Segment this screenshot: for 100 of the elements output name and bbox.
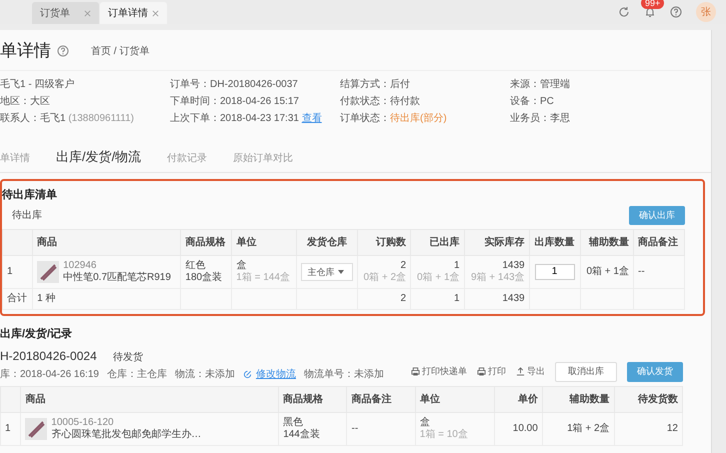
- upload-icon: [516, 367, 525, 376]
- info-field: 来源：管理端: [510, 79, 570, 90]
- print-button[interactable]: 打印: [477, 365, 506, 378]
- column-header: 辅助数量: [570, 394, 610, 404]
- total-label: 合计: [7, 293, 27, 304]
- browser-tab[interactable]: 订单详情: [100, 2, 167, 24]
- info-field: 上次下单：2018-04-23 17:31: [170, 113, 299, 124]
- auxiliary-quantity: 0箱 + 1盒: [586, 266, 629, 277]
- column-header: 出库数量: [534, 237, 575, 248]
- row-number: 1: [7, 266, 13, 277]
- remark: --: [638, 266, 645, 277]
- shipped-quantity: 1: [454, 260, 460, 271]
- column-header: 商品: [25, 394, 46, 404]
- section-tab[interactable]: 出库/发货/物流: [56, 146, 142, 166]
- info-field: 下单时间：2018-04-26 15:17: [170, 96, 299, 107]
- column-header: 待发货数: [638, 394, 678, 404]
- info-field: 订单号：DH-20180426-0037: [170, 79, 298, 90]
- phone-number: (13880961111): [68, 113, 134, 124]
- section-tab[interactable]: 付款记录: [167, 151, 208, 166]
- quantity-input[interactable]: 1: [534, 264, 575, 280]
- printer-icon: [411, 367, 420, 376]
- product-code: 102946: [63, 260, 98, 272]
- column-header: 商品规格: [185, 237, 226, 248]
- stock-quantity: 1439: [502, 260, 525, 271]
- refresh-icon[interactable]: [618, 6, 630, 18]
- shipment-meta: 物流：未添加: [174, 368, 235, 382]
- status-label: 待出库: [11, 208, 42, 223]
- unit: 盒: [236, 260, 246, 271]
- pending-quantity: 12: [666, 422, 678, 434]
- column-header: 商品备注: [638, 237, 678, 248]
- product-name: 中性笔0.7匹配笔芯R919: [63, 272, 171, 284]
- cancel-outbound-button[interactable]: 取消出库: [555, 362, 617, 382]
- total-shipped: 1: [454, 293, 460, 304]
- column-header: 商品备注: [351, 394, 392, 404]
- info-field: 地区：大区: [0, 96, 50, 107]
- spec-color: 黑色: [283, 416, 304, 428]
- shipped-breakdown: 0箱 + 1盒: [417, 272, 460, 283]
- section-title: 出库/发货/记录: [0, 326, 74, 342]
- info-field: 业务员：李思: [510, 113, 570, 124]
- column-header: 单价: [518, 394, 538, 404]
- view-link[interactable]: 查看: [302, 113, 322, 124]
- caret-icon: [338, 270, 344, 274]
- column-header: 单位: [236, 237, 256, 248]
- bell-icon[interactable]: [644, 6, 656, 18]
- edit-icon: [242, 370, 252, 378]
- browser-tab[interactable]: 订货单: [32, 2, 99, 24]
- info-field: 付款状态：待付款: [340, 96, 420, 107]
- shipment-number: H-20180426-0024: [0, 348, 97, 364]
- print-button[interactable]: 打印快递单: [411, 365, 467, 378]
- total-count: 1 种: [37, 293, 56, 304]
- shipment-meta: 仓库：主仓库: [106, 368, 167, 382]
- ordered-quantity: 2: [400, 260, 406, 271]
- breadcrumb[interactable]: 首页 / 订货单: [91, 44, 150, 58]
- info-field: 联系人：毛飞1: [0, 113, 66, 124]
- unit-conversion: 1箱 = 144盒: [236, 272, 290, 283]
- column-header: 商品规格: [283, 394, 324, 404]
- product-photo-placeholder: [25, 418, 48, 440]
- confirm-shipment-button[interactable]: 确认发货: [627, 362, 683, 382]
- help-icon[interactable]: [670, 6, 682, 18]
- spec-color: 红色: [185, 260, 206, 271]
- product-photo-placeholder: [37, 261, 60, 283]
- info-field: 毛飞1 - 四级客户: [0, 79, 74, 90]
- column-header: 实际库存: [484, 237, 525, 248]
- close-icon[interactable]: [152, 10, 159, 16]
- shipment-meta: 库：2018-04-26 16:19: [0, 368, 99, 382]
- unit: 盒: [420, 416, 430, 428]
- column-header: 辅助数量: [589, 237, 629, 248]
- column-header: 发货仓库: [306, 237, 347, 248]
- confirm-outbound-button[interactable]: 确认出库: [629, 206, 685, 225]
- remark: --: [351, 422, 358, 434]
- warehouse-dropdown[interactable]: 主仓库: [301, 263, 353, 281]
- total-ordered: 2: [400, 293, 406, 304]
- product-code: 10005-16-120: [51, 416, 115, 428]
- info-field: 设备：PC: [510, 96, 554, 107]
- spec-pack: 180盒装: [185, 272, 222, 283]
- unit-conversion: 1箱 = 10盒: [420, 428, 468, 440]
- column-header: 订购数: [376, 237, 406, 248]
- auxiliary-quantity: 1箱 + 2盒: [567, 422, 610, 434]
- column-header: 商品: [37, 237, 58, 248]
- spec-pack: 144盒装: [283, 428, 320, 440]
- total-stock: 1439: [502, 293, 525, 304]
- stock-breakdown: 9箱 + 143盒: [470, 272, 525, 283]
- export-button[interactable]: 导出: [516, 365, 545, 378]
- close-icon[interactable]: [84, 10, 91, 16]
- printer-icon: [477, 367, 486, 376]
- product-name: 齐心圆珠笔批发包邮免邮学生办…: [51, 428, 202, 440]
- section-title: 待出库清单: [2, 188, 58, 203]
- info-field: 订单状态：待出库(部分): [340, 113, 447, 124]
- column-header: 已出库: [430, 237, 460, 248]
- row-number: 1: [5, 422, 11, 434]
- info-field: 结算方式：后付: [340, 79, 410, 90]
- page-title: 单详情: [0, 40, 51, 62]
- ordered-breakdown: 0箱 + 2盒: [364, 272, 406, 283]
- shipment-status: 待发货: [112, 350, 143, 364]
- help-icon[interactable]: [57, 45, 69, 57]
- shipment-meta: 物流单号：未添加: [304, 368, 384, 382]
- column-header: 单位: [420, 394, 440, 404]
- notification-badge: 99+: [641, 0, 664, 9]
- edit-logistics-link[interactable]: 修改物流: [242, 366, 296, 382]
- unit-price: 10.00: [512, 422, 538, 434]
